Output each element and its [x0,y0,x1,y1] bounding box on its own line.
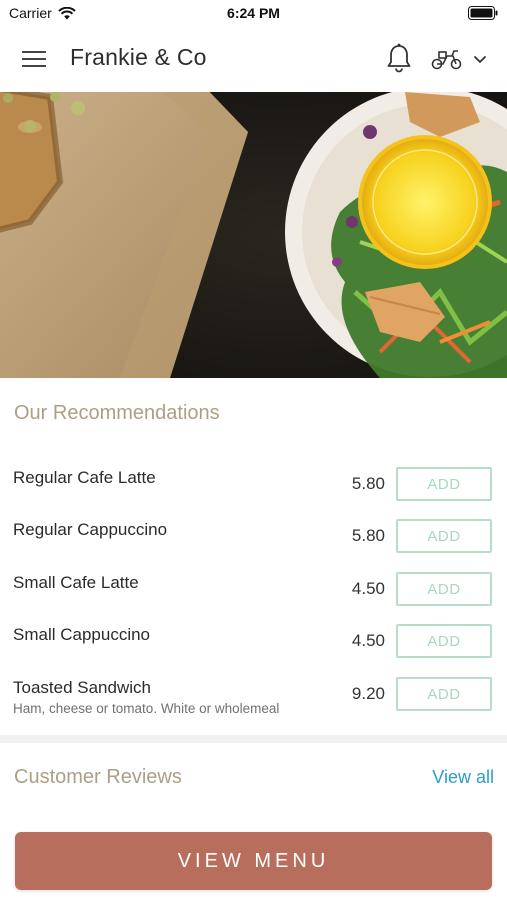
item-name: Small Cafe Latte [13,573,139,592]
food-plate-photo [0,92,507,378]
item-name: Regular Cafe Latte [13,468,156,487]
battery-icon [468,6,498,20]
app-title: Frankie & Co [70,44,207,70]
status-bar: Carrier 6:24 PM [0,0,507,26]
view-menu-button[interactable]: VIEW MENU [15,832,492,890]
item-price: 9.20 [351,684,385,703]
status-time: 6:24 PM [227,5,280,21]
add-button[interactable]: ADD [396,624,492,658]
item-price: 4.50 [351,631,385,650]
list-item: Regular Cafe Latte 5.80 ADD [0,458,507,510]
list-item: Small Cafe Latte 4.50 ADD [0,563,507,615]
list-item: Regular Cappuccino 5.80 ADD [0,510,507,562]
add-button[interactable]: ADD [396,467,492,501]
add-button[interactable]: ADD [396,519,492,553]
app-header: Frankie & Co [0,26,507,93]
bell-icon[interactable] [384,42,414,74]
item-price: 4.50 [351,579,385,598]
reviews-title: Customer Reviews [14,766,182,788]
item-name: Toasted Sandwich [13,678,151,697]
hero-image [0,92,507,378]
scooter-icon[interactable] [430,46,464,72]
item-price: 5.80 [351,474,385,493]
section-divider [0,735,507,743]
item-name: Small Cappuccino [13,625,151,644]
view-all-link[interactable]: View all [432,767,494,788]
list-item: Toasted Sandwich Ham, cheese or tomato. … [0,668,507,720]
item-description: Ham, cheese or tomato. White or wholemea… [13,701,280,716]
add-button[interactable]: ADD [396,677,492,711]
item-name: Regular Cappuccino [13,520,168,539]
add-button[interactable]: ADD [396,572,492,606]
recommendations-title: Our Recommendations [14,402,220,424]
item-price: 5.80 [351,526,385,545]
chevron-down-icon[interactable] [472,52,488,66]
hamburger-menu-icon[interactable] [20,46,50,72]
list-item: Small Cappuccino 4.50 ADD [0,615,507,667]
